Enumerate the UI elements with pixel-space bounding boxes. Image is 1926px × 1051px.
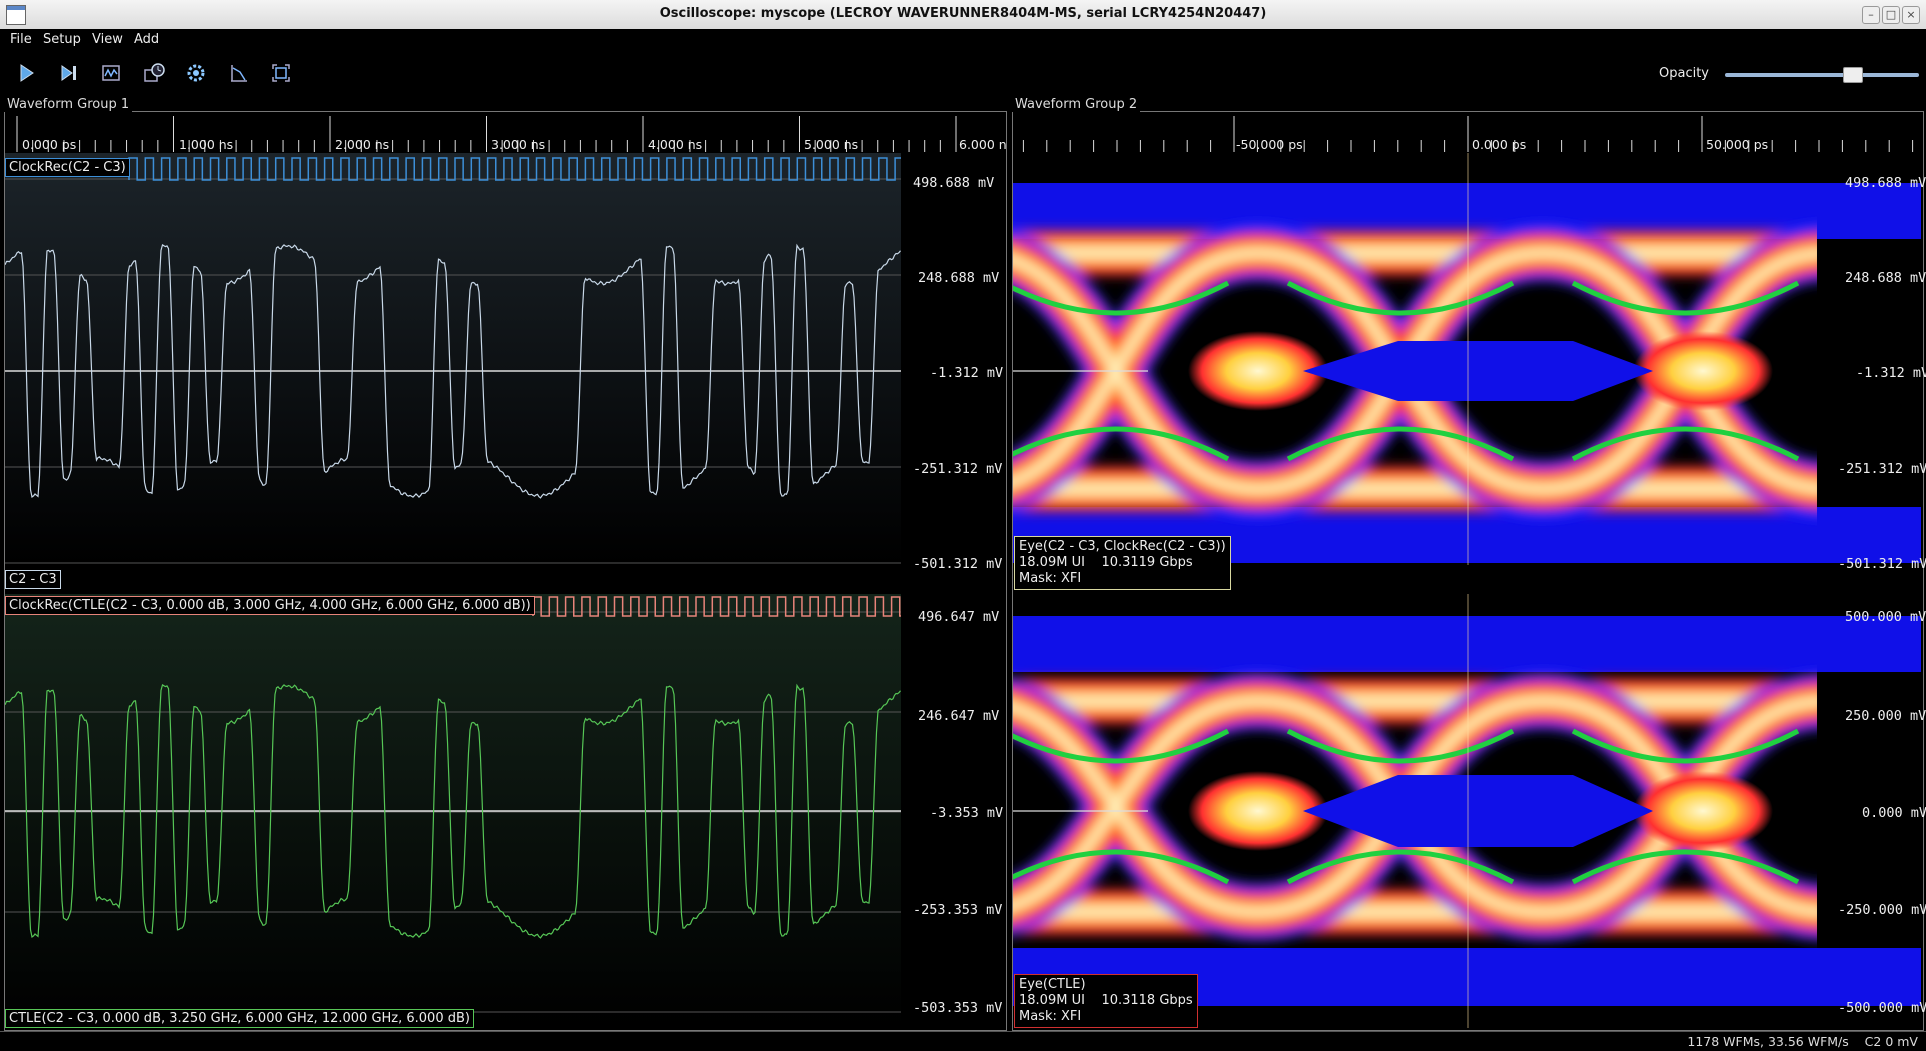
time-tick-label: 6.000 n (959, 137, 1007, 152)
volt-axis-label: 498.688 mV (913, 175, 995, 191)
clock-channel-label[interactable]: ClockRec(CTLE(C2 - C3, 0.000 dB, 3.000 G… (5, 596, 535, 615)
time-tick-label: 1.000 ns (179, 137, 234, 152)
opacity-slider[interactable] (1725, 73, 1919, 77)
volt-axis-label: -501.312 mV (913, 556, 1003, 572)
volt-axis-label: -251.312 mV (913, 461, 1003, 477)
close-icon[interactable]: × (1902, 6, 1920, 24)
eye-info-mask: Mask: XFI (1019, 571, 1082, 586)
volt-axis-label: 498.688 mV (1845, 175, 1926, 191)
status-text: 1178 WFMs, 33.56 WFM/s C2 0 mV (1687, 1034, 1918, 1049)
gear-icon (187, 64, 205, 82)
trace-channel-label[interactable]: C2 - C3 (5, 570, 61, 589)
eye-rail-hot (1013, 248, 1817, 258)
waveform-plot-ctle[interactable] (5, 594, 901, 1028)
menu-view[interactable]: View (92, 32, 123, 47)
fullscreen-button[interactable] (267, 61, 295, 85)
volt-axis-label: -503.353 mV (913, 1000, 1003, 1016)
volt-axis-label: 248.688 mV (1845, 270, 1926, 286)
minimize-icon[interactable]: – (1862, 6, 1880, 24)
eye-band-top (1013, 616, 1817, 672)
history-button[interactable] (97, 61, 125, 85)
eye-band-top (1013, 183, 1817, 239)
waveform-plot-c2-c3[interactable] (5, 153, 901, 565)
plot-background (5, 153, 901, 565)
eye-info-title: Eye(CTLE) (1019, 977, 1086, 992)
measure-icon (231, 65, 247, 82)
eye-rail-hot (1013, 696, 1817, 706)
volt-axis-label: -1.312 mV (1856, 365, 1926, 381)
time-tick-label: -50.000 ps (1236, 137, 1303, 152)
volt-axis-label: -1.312 mV (930, 365, 1004, 381)
eye-crossing (1633, 771, 1773, 851)
menu-bar: File Setup View Add (0, 29, 1926, 51)
volt-axis-label: 500.000 mV (1845, 609, 1926, 625)
toolbar (0, 51, 1926, 95)
eye-info-box[interactable]: Eye(C2 - C3, ClockRec(C2 - C3)) 18.09M U… (1014, 536, 1231, 590)
time-tick-label: 50.000 ps (1706, 137, 1769, 152)
step-icon (61, 65, 76, 81)
time-tick-label: 0.000 ps (1472, 137, 1527, 152)
quick-measure-button[interactable] (225, 61, 253, 85)
start-trigger-button[interactable] (12, 61, 40, 85)
play-icon (20, 64, 34, 82)
waveform-group-1-title: Waveform Group 1 (4, 97, 133, 112)
eye-axis-band (1817, 948, 1921, 1006)
eye-info-title: Eye(C2 - C3, ClockRec(C2 - C3)) (1019, 539, 1226, 554)
time-ruler-2[interactable] (1013, 112, 1921, 152)
volt-axis-label: -253.353 mV (913, 902, 1003, 918)
eye-diagram-c2-c3[interactable] (1013, 153, 1817, 565)
volt-axis-label: 0.000 mV (1862, 805, 1926, 821)
eye-rail-hot (1013, 484, 1817, 494)
menu-setup[interactable]: Setup (43, 32, 81, 47)
eye-info-rate: 18.09M UI 10.3118 Gbps (1019, 993, 1193, 1008)
configure-button[interactable] (182, 61, 210, 85)
eye-diagram-ctle[interactable] (1013, 594, 1817, 1028)
single-trigger-button[interactable] (55, 61, 83, 85)
window-title: Oscilloscope: myscope (LECROY WAVERUNNER… (659, 6, 1267, 21)
title-bar: Oscilloscope: myscope (LECROY WAVERUNNER… (0, 0, 1926, 30)
maximize-icon[interactable]: □ (1882, 6, 1900, 24)
waveform-icon (102, 65, 120, 81)
menu-file[interactable]: File (10, 32, 32, 47)
opacity-slider-handle[interactable] (1843, 67, 1863, 83)
opacity-label: Opacity (1659, 66, 1710, 81)
eye-axis-band (1817, 507, 1921, 563)
time-tick-label: 3.000 ns (491, 137, 546, 152)
status-bar: 1178 WFMs, 33.56 WFM/s C2 0 mV (0, 1031, 1926, 1051)
volt-axis-label: -500.000 mV (1838, 1000, 1926, 1016)
trace-channel-label[interactable]: CTLE(C2 - C3, 0.000 dB, 3.250 GHz, 6.000… (5, 1009, 474, 1028)
volt-axis-label: -250.000 mV (1838, 902, 1926, 918)
fullscreen-icon (272, 64, 290, 82)
volt-axis-label: 250.000 mV (1845, 708, 1926, 724)
volt-axis-label: 496.647 mV (918, 609, 1000, 625)
menu-add[interactable]: Add (134, 32, 159, 47)
clock-channel-label[interactable]: ClockRec(C2 - C3) (5, 158, 130, 177)
volt-axis-label: -501.312 mV (1838, 556, 1926, 572)
eye-info-box[interactable]: Eye(CTLE) 18.09M UI 10.3118 Gbps Mask: X… (1014, 974, 1198, 1028)
volt-axis-label: -3.353 mV (930, 805, 1004, 821)
eye-crossing (1633, 331, 1773, 411)
volt-axis-label: 246.647 mV (918, 708, 1000, 724)
volt-axis-label: 248.688 mV (918, 270, 1000, 286)
time-tick-label: 4.000 ns (648, 137, 703, 152)
eye-rail-hot (1013, 907, 1817, 917)
time-tick-label: 5.000 ns (804, 137, 859, 152)
time-tick-label: 0.000 ps (22, 137, 77, 152)
waveform-group-2-title: Waveform Group 2 (1012, 97, 1141, 112)
eye-info-rate: 18.09M UI 10.3119 Gbps (1019, 555, 1193, 570)
volt-axis-label: -251.312 mV (1838, 461, 1926, 477)
time-tick-label: 2.000 ns (335, 137, 390, 152)
clock-icon (144, 63, 165, 82)
eye-axis-band (1817, 183, 1921, 239)
clock-button[interactable] (140, 61, 168, 85)
eye-info-mask: Mask: XFI (1019, 1009, 1082, 1024)
